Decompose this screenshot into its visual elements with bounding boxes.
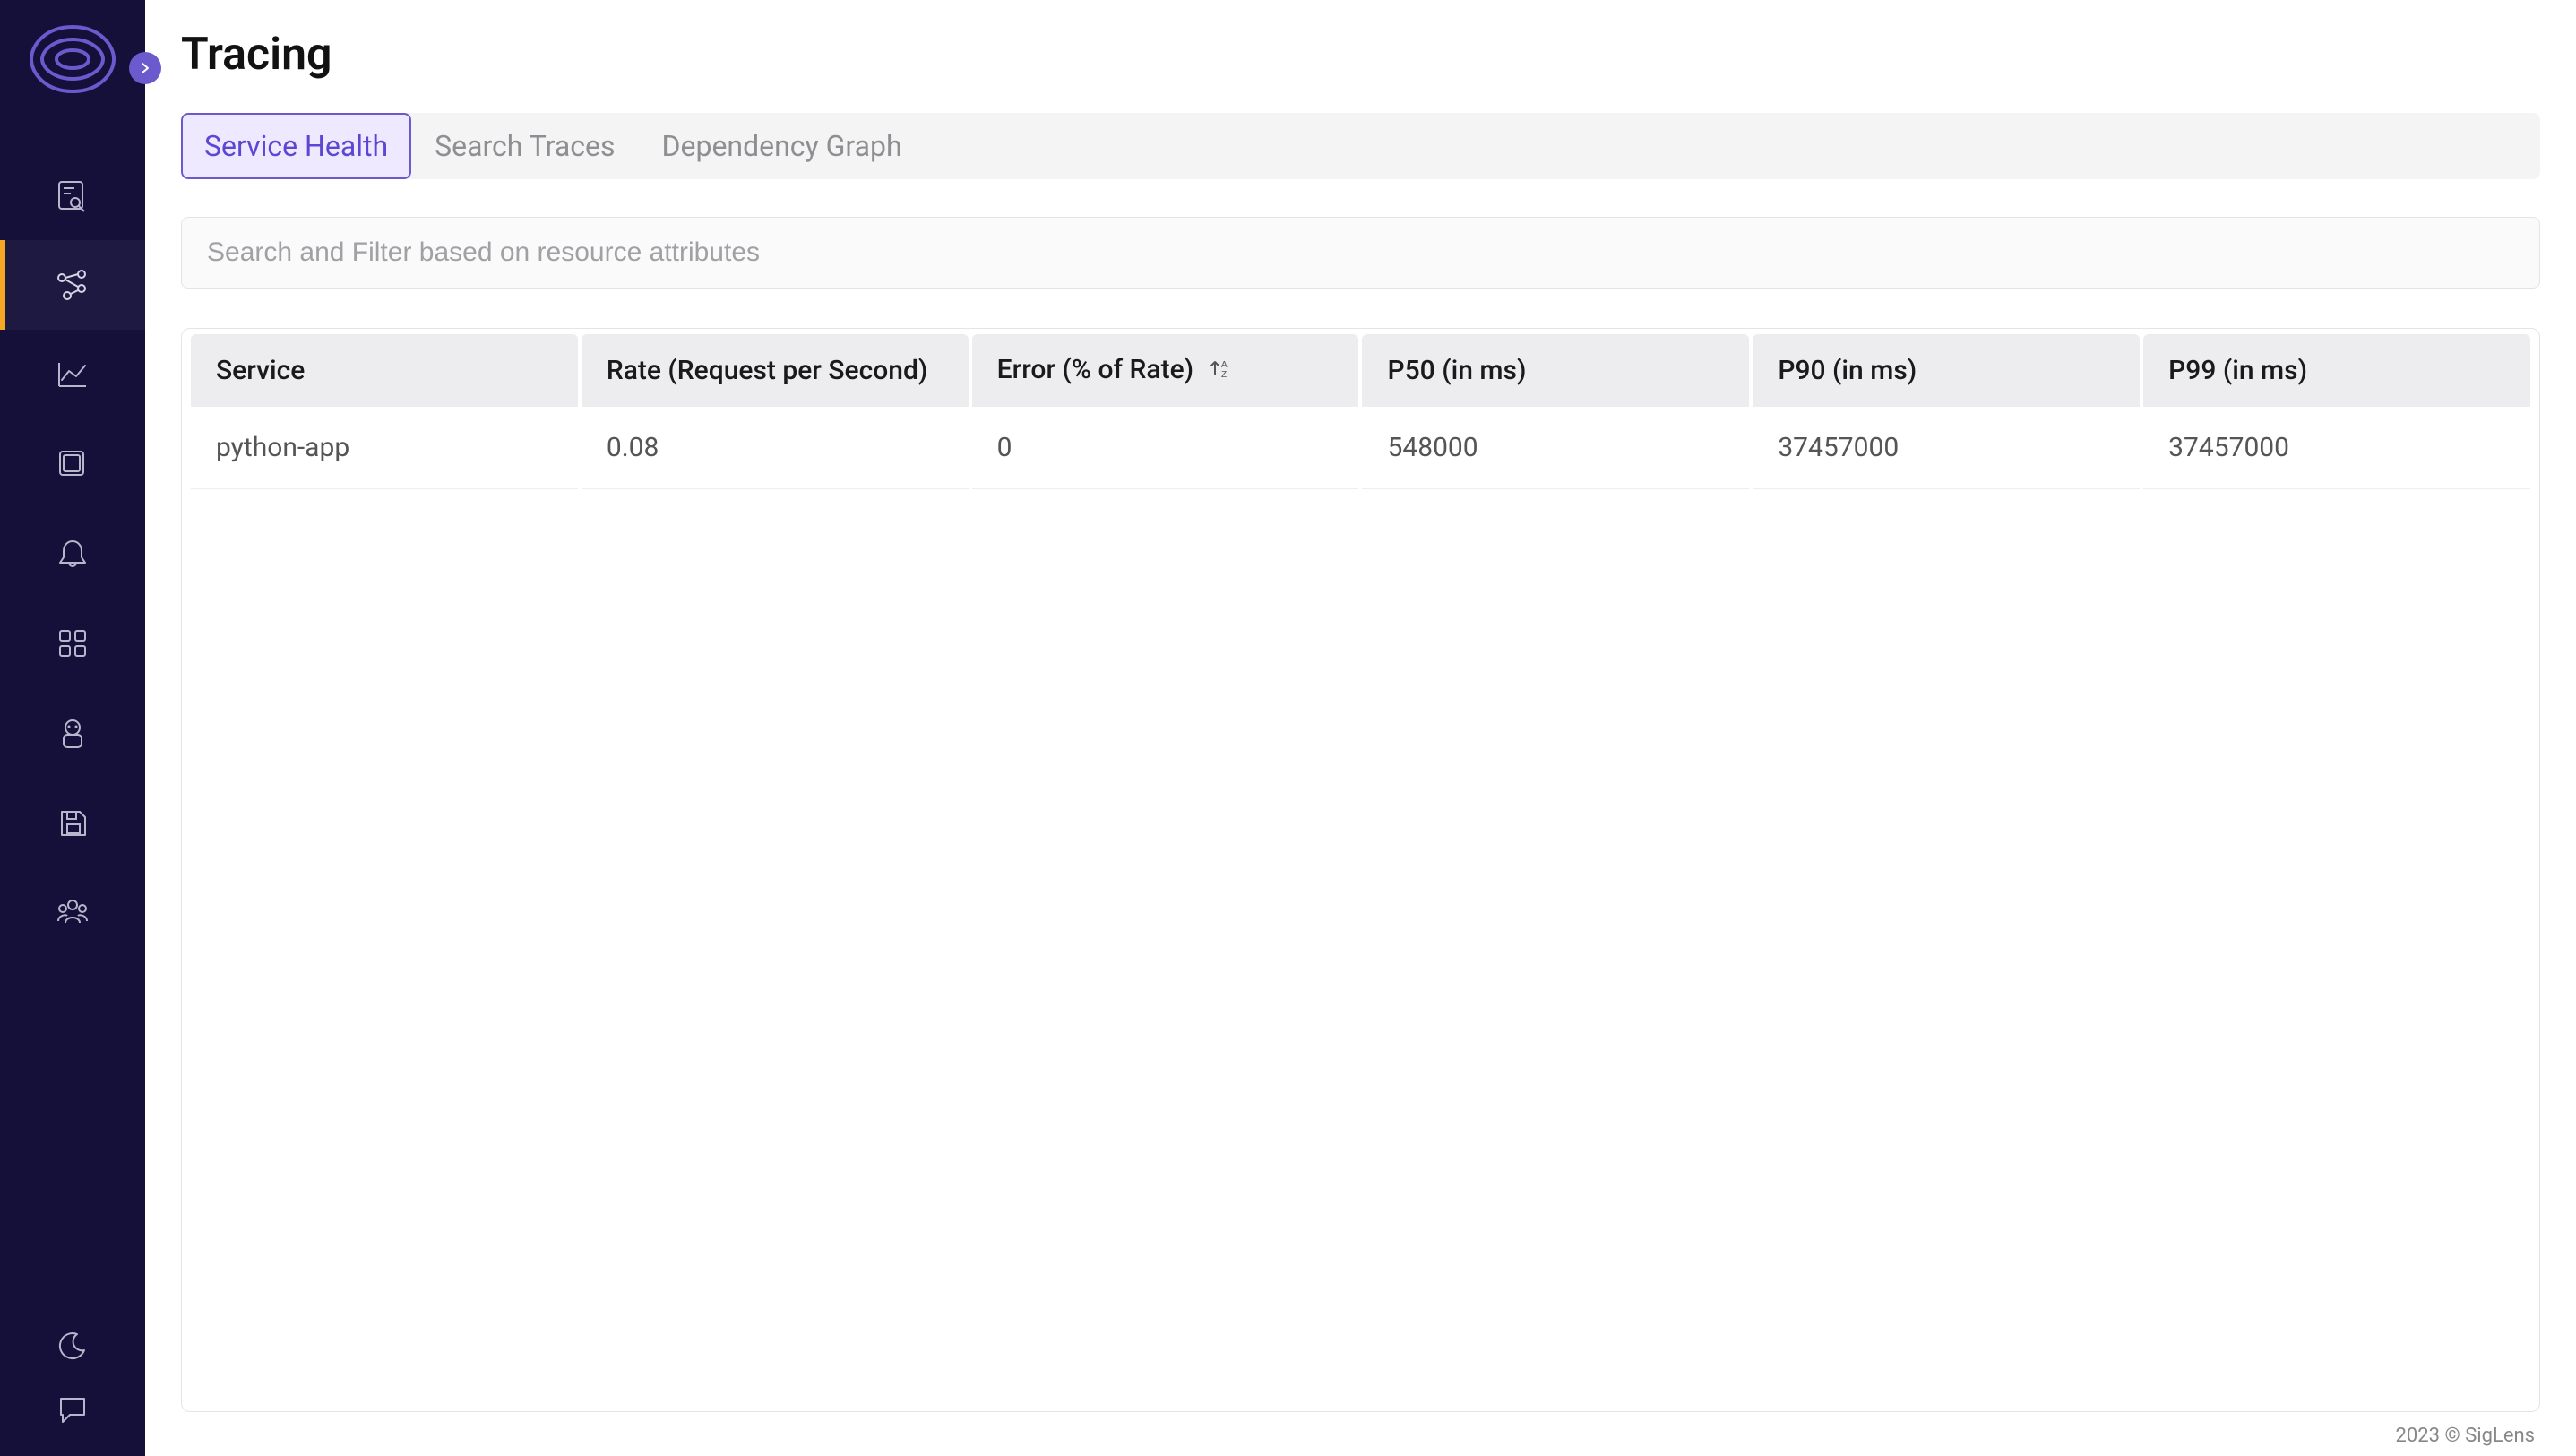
nav-apps[interactable] <box>0 599 145 688</box>
tab-service-health[interactable]: Service Health <box>181 113 411 179</box>
cell-rate: 0.08 <box>582 407 969 489</box>
col-p50-label: P50 (in ms) <box>1387 355 1526 386</box>
sort-icon: AZ <box>1208 356 1231 387</box>
col-service[interactable]: Service <box>191 334 578 407</box>
nav-tracing[interactable] <box>0 240 145 330</box>
sidebar <box>0 0 145 1456</box>
cell-p99: 37457000 <box>2143 407 2530 489</box>
nav-alerts[interactable] <box>0 509 145 599</box>
nav-items <box>0 151 145 957</box>
theme-toggle-icon[interactable] <box>56 1329 90 1366</box>
footer: 2023 © SigLens <box>181 1412 2540 1447</box>
col-p90-label: P90 (in ms) <box>1778 355 1917 386</box>
tab-bar: Service Health Search Traces Dependency … <box>181 113 2540 179</box>
col-rate[interactable]: Rate (Request per Second) <box>582 334 969 407</box>
logo-icon <box>30 25 116 97</box>
search-box <box>181 217 2540 289</box>
col-p99-label: P99 (in ms) <box>2168 355 2307 386</box>
expand-sidebar-button[interactable] <box>129 52 161 84</box>
service-table: Service Rate (Request per Second) Error … <box>187 334 2534 489</box>
table-row[interactable]: python-app 0.08 0 548000 37457000 374570… <box>191 407 2530 489</box>
cell-error: 0 <box>972 407 1359 489</box>
cell-p50: 548000 <box>1362 407 1749 489</box>
col-error[interactable]: Error (% of Rate) AZ <box>972 334 1359 407</box>
col-error-label: Error (% of Rate) <box>997 354 1193 385</box>
col-p50[interactable]: P50 (in ms) <box>1362 334 1749 407</box>
main: Tracing Service Health Search Traces Dep… <box>145 0 2576 1456</box>
tab-dependency-graph[interactable]: Dependency Graph <box>639 113 926 179</box>
nav-metrics[interactable] <box>0 330 145 419</box>
search-input[interactable] <box>207 237 2514 268</box>
col-rate-label: Rate (Request per Second) <box>607 355 928 386</box>
feedback-icon[interactable] <box>56 1391 90 1429</box>
cell-p90: 37457000 <box>1753 407 2140 489</box>
col-p99[interactable]: P99 (in ms) <box>2143 334 2530 407</box>
nav-save[interactable] <box>0 778 145 867</box>
logo-wrap <box>0 0 145 133</box>
nav-dashboards[interactable] <box>0 419 145 509</box>
sidebar-bottom <box>0 1329 145 1456</box>
svg-text:Z: Z <box>1221 370 1227 380</box>
col-service-label: Service <box>216 355 305 386</box>
col-p90[interactable]: P90 (in ms) <box>1753 334 2140 407</box>
tab-search-traces[interactable]: Search Traces <box>411 113 638 179</box>
nav-search[interactable] <box>0 151 145 240</box>
cell-service: python-app <box>191 407 578 489</box>
nav-org[interactable] <box>0 867 145 957</box>
data-panel: Service Rate (Request per Second) Error … <box>181 328 2540 1412</box>
svg-text:A: A <box>1221 360 1228 370</box>
nav-bot[interactable] <box>0 688 145 778</box>
page-title: Tracing <box>181 29 2540 81</box>
